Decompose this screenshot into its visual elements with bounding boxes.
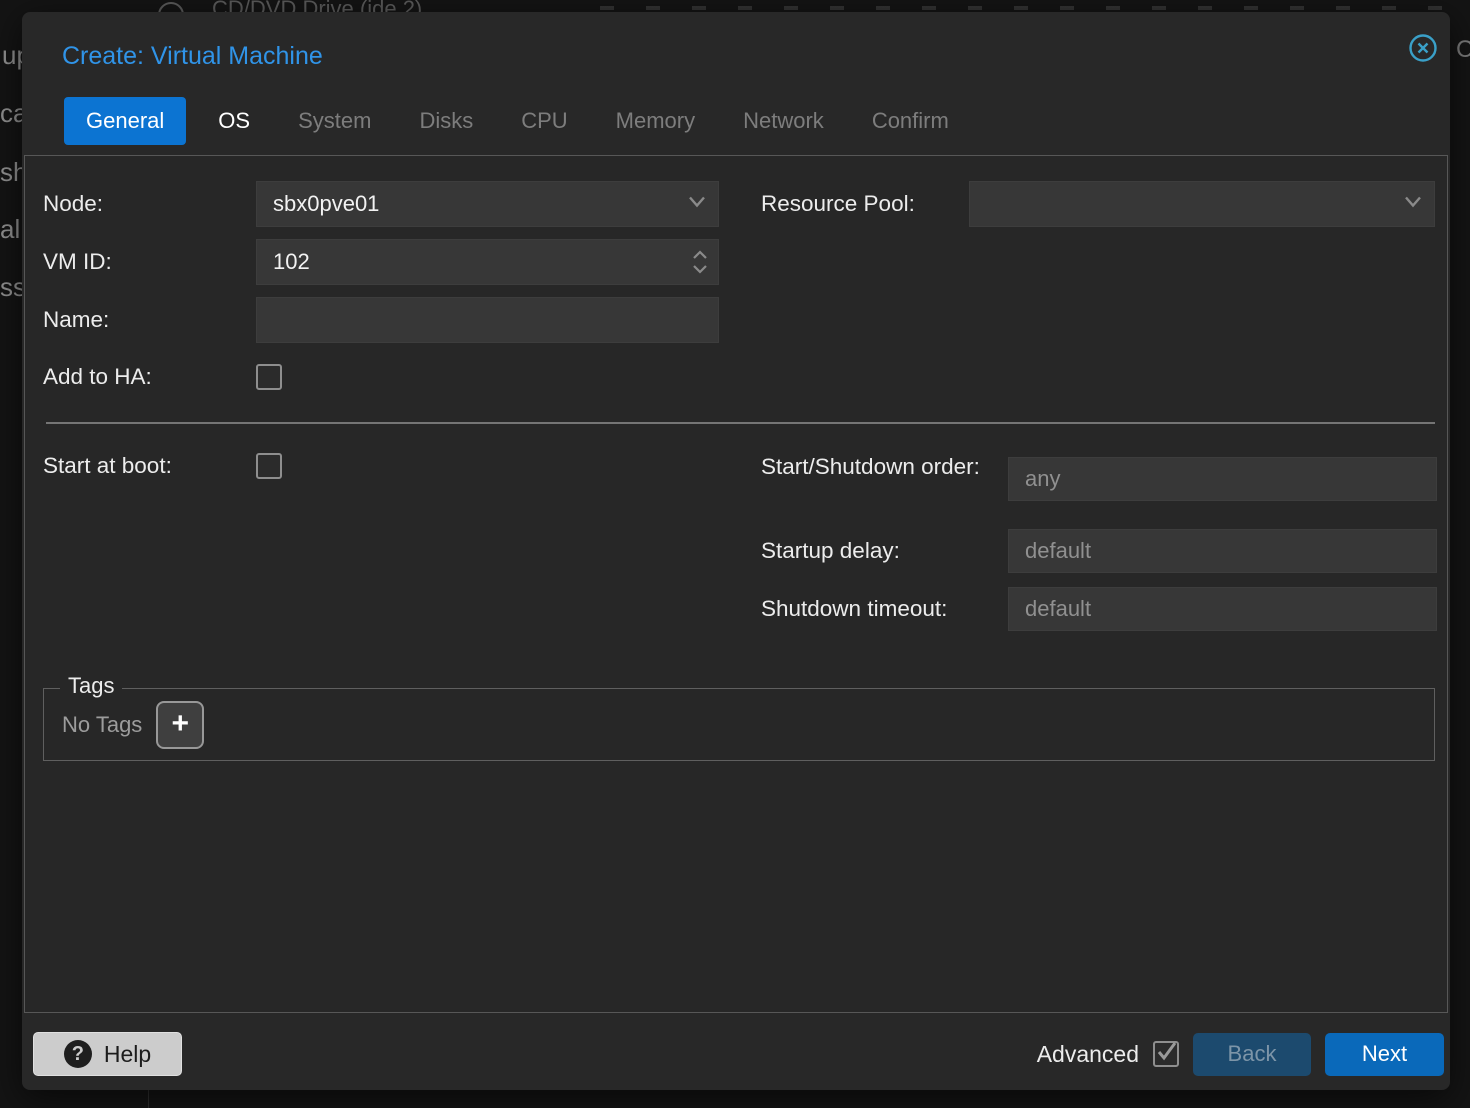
start-shutdown-order-input[interactable] (1008, 457, 1437, 501)
vmid-spinner-field[interactable] (256, 239, 719, 285)
background-text-fragment (600, 6, 1450, 10)
tab-memory: Memory (600, 97, 711, 145)
tab-os[interactable]: OS (202, 97, 266, 145)
resource-pool-input[interactable] (969, 181, 1435, 227)
tab-cpu: CPU (505, 97, 583, 145)
question-circle-icon: ? (64, 1040, 92, 1068)
node-label: Node: (43, 181, 103, 227)
advanced-label: Advanced (1037, 1041, 1139, 1068)
tab-network: Network (727, 97, 840, 145)
background-divider (148, 1090, 149, 1108)
section-divider (46, 422, 1435, 424)
name-label: Name: (43, 297, 109, 343)
resource-pool-label: Resource Pool: (761, 181, 915, 227)
name-input[interactable] (256, 297, 719, 343)
start-at-boot-checkbox[interactable] (256, 453, 282, 479)
help-button[interactable]: ? Help (33, 1032, 182, 1076)
create-vm-dialog: Create: Virtual Machine General OS Syste… (22, 12, 1450, 1090)
shutdown-timeout-label: Shutdown timeout: (761, 587, 947, 631)
dialog-title: Create: Virtual Machine (62, 42, 323, 71)
node-combobox[interactable] (256, 181, 719, 227)
node-input[interactable] (256, 181, 719, 227)
resource-pool-combobox[interactable] (969, 181, 1435, 227)
tab-system: System (282, 97, 387, 145)
tags-fieldset: Tags No Tags + (43, 688, 1435, 761)
start-shutdown-order-label: Start/Shutdown order: (761, 450, 986, 484)
start-at-boot-label: Start at boot: (43, 443, 172, 489)
tab-disks: Disks (403, 97, 489, 145)
vmid-input[interactable] (256, 239, 719, 285)
shutdown-timeout-input[interactable] (1008, 587, 1437, 631)
add-to-ha-checkbox[interactable] (256, 364, 282, 390)
background-text-fragment: C (1456, 36, 1470, 64)
tab-confirm: Confirm (856, 97, 965, 145)
next-button[interactable]: Next (1325, 1033, 1444, 1076)
general-form-panel: Node: Resource Pool: VM ID: Name: (24, 155, 1448, 1013)
close-icon[interactable] (1408, 33, 1438, 63)
startup-delay-label: Startup delay: (761, 529, 900, 573)
vmid-label: VM ID: (43, 239, 112, 285)
tags-legend: Tags (60, 673, 122, 699)
add-to-ha-label: Add to HA: (43, 354, 152, 400)
startup-delay-input[interactable] (1008, 529, 1437, 573)
back-button[interactable]: Back (1193, 1033, 1311, 1076)
tab-general[interactable]: General (64, 97, 186, 145)
add-tag-button[interactable]: + (156, 701, 204, 749)
no-tags-text: No Tags (62, 712, 142, 738)
footer-actions: Advanced Back Next (1037, 1032, 1444, 1076)
advanced-checkbox[interactable] (1153, 1041, 1179, 1067)
wizard-tab-bar: General OS System Disks CPU Memory Netwo… (64, 97, 965, 145)
help-button-label: Help (104, 1041, 151, 1068)
